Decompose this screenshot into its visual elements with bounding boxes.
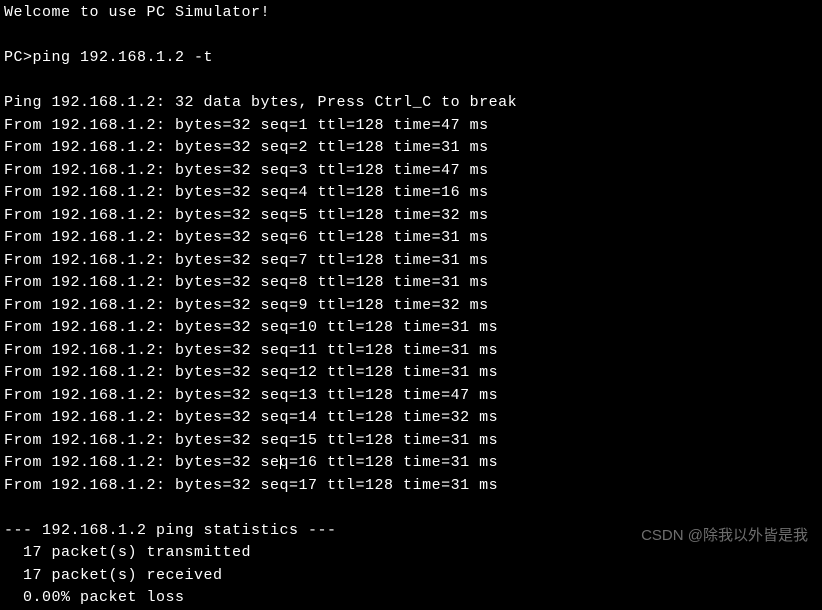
ping-reply: From 192.168.1.2: bytes=32 seq=4 ttl=128… xyxy=(4,182,818,205)
prompt-label: PC> xyxy=(4,49,33,66)
welcome-line: Welcome to use PC Simulator! xyxy=(4,2,818,25)
stats-received: 17 packet(s) received xyxy=(4,565,818,588)
ping-reply: From 192.168.1.2: bytes=32 seq=15 ttl=12… xyxy=(4,430,818,453)
ping-replies: From 192.168.1.2: bytes=32 seq=1 ttl=128… xyxy=(4,115,818,498)
ping-reply: From 192.168.1.2: bytes=32 seq=1 ttl=128… xyxy=(4,115,818,138)
watermark-text: CSDN @除我以外皆是我 xyxy=(641,525,808,548)
ping-reply: From 192.168.1.2: bytes=32 seq=14 ttl=12… xyxy=(4,407,818,430)
ping-reply: From 192.168.1.2: bytes=32 seq=11 ttl=12… xyxy=(4,340,818,363)
ping-reply: From 192.168.1.2: bytes=32 seq=12 ttl=12… xyxy=(4,362,818,385)
command-text: ping 192.168.1.2 -t xyxy=(33,49,214,66)
ping-reply: From 192.168.1.2: bytes=32 seq=16 ttl=12… xyxy=(4,452,818,475)
ping-reply: From 192.168.1.2: bytes=32 seq=13 ttl=12… xyxy=(4,385,818,408)
blank-line xyxy=(4,25,818,48)
ping-reply: From 192.168.1.2: bytes=32 seq=3 ttl=128… xyxy=(4,160,818,183)
ping-reply: From 192.168.1.2: bytes=32 seq=10 ttl=12… xyxy=(4,317,818,340)
ping-header: Ping 192.168.1.2: 32 data bytes, Press C… xyxy=(4,92,818,115)
ping-reply: From 192.168.1.2: bytes=32 seq=9 ttl=128… xyxy=(4,295,818,318)
ping-reply: From 192.168.1.2: bytes=32 seq=6 ttl=128… xyxy=(4,227,818,250)
prompt-line[interactable]: PC>ping 192.168.1.2 -t xyxy=(4,47,818,70)
ping-reply: From 192.168.1.2: bytes=32 seq=7 ttl=128… xyxy=(4,250,818,273)
ping-reply: From 192.168.1.2: bytes=32 seq=2 ttl=128… xyxy=(4,137,818,160)
ping-reply: From 192.168.1.2: bytes=32 seq=8 ttl=128… xyxy=(4,272,818,295)
ping-reply: From 192.168.1.2: bytes=32 seq=17 ttl=12… xyxy=(4,475,818,498)
blank-line xyxy=(4,497,818,520)
blank-line xyxy=(4,70,818,93)
ping-reply: From 192.168.1.2: bytes=32 seq=5 ttl=128… xyxy=(4,205,818,228)
stats-loss: 0.00% packet loss xyxy=(4,587,818,610)
